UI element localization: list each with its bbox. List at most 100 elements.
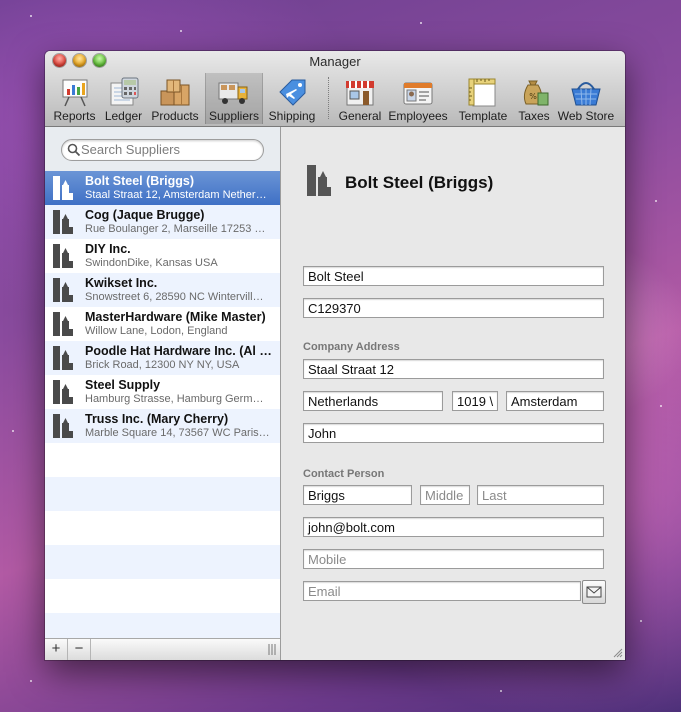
address-extra-field[interactable]: John (303, 423, 604, 443)
street-field[interactable]: Staal Straat 12 (303, 359, 604, 379)
manager-window: Manager Reports Ledger Products Supplier… (45, 51, 625, 660)
suppliers-list: Bolt Steel (Briggs) Staal Straat 12, Amst… (45, 171, 280, 638)
supplier-code-field[interactable]: C129370 (303, 298, 604, 318)
middle-name-field[interactable] (420, 485, 470, 505)
supplier-name: Cog (Jaque Brugge) (85, 208, 205, 222)
supplier-list-item[interactable]: Truss Inc. (Mary Cherry) Marble Square 14… (45, 409, 280, 443)
supplier-name: MasterHardware (Mike Master) (85, 310, 266, 324)
street-value: Staal Straat 12 (308, 362, 394, 377)
empty-list-row (45, 613, 280, 638)
city-field[interactable]: Amsterdam (506, 391, 604, 411)
empty-list-row (45, 579, 280, 613)
toolbar-suppliers[interactable]: Suppliers (205, 73, 263, 124)
supplier-address: Brick Road, 12300 NY NY, USA (85, 359, 240, 371)
contact-email-value-field[interactable]: john@bolt.com (303, 517, 604, 537)
toolbar-products[interactable]: Products (149, 73, 201, 124)
email-field[interactable] (303, 581, 581, 601)
contact-email-value: john@bolt.com (308, 520, 395, 535)
supplier-building-icon (53, 414, 73, 438)
send-email-button[interactable] (582, 580, 606, 604)
search-input[interactable] (81, 141, 251, 157)
list-bottom-bar: + − (45, 638, 280, 660)
supplier-building-icon (307, 165, 331, 196)
ledger-calculator-icon (110, 77, 138, 106)
window-resize-grip[interactable] (612, 647, 623, 658)
toolbar-reports[interactable]: Reports (52, 73, 97, 124)
first-name-value: Briggs (308, 488, 345, 503)
supplier-title: Bolt Steel (Briggs) (345, 173, 494, 192)
suppliers-sidebar: Bolt Steel (Briggs)Staal Straat 12, Amst… (45, 127, 281, 660)
supplier-building-icon (53, 312, 73, 336)
search-field[interactable] (61, 139, 264, 161)
empty-list-row (45, 545, 280, 579)
remove-supplier-button[interactable]: − (68, 639, 91, 660)
supplier-building-icon (53, 278, 73, 302)
supplier-list-item[interactable]: Cog (Jaque Brugge) Rue Boulanger 2, Marse… (45, 205, 280, 239)
toolbar-ledger[interactable]: Ledger (101, 73, 146, 124)
supplier-address: SwindonDike, Kansas USA (85, 257, 218, 269)
supplier-list-item[interactable]: MasterHardware (Mike Master) Willow Lane,… (45, 307, 280, 341)
search-area (45, 127, 280, 171)
toolbar-ledger-label: Ledger (104, 109, 143, 123)
address-extra-value: John (308, 426, 337, 441)
supplier-name: Bolt Steel (Briggs) (85, 174, 195, 188)
zip-field[interactable]: 1019 \ (452, 391, 498, 411)
toolbar-separator (328, 77, 329, 119)
company-name-field[interactable]: Bolt Steel (303, 266, 604, 286)
boxes-icon (160, 79, 190, 106)
ruler-template-icon (468, 78, 496, 107)
toolbar-general[interactable]: General (337, 73, 383, 124)
supplier-name: Kwikset Inc. (85, 276, 158, 290)
empty-list-row (45, 443, 280, 477)
country-field[interactable]: Netherlands (303, 391, 443, 411)
first-name-field[interactable]: Briggs (303, 485, 412, 505)
chart-easel-icon (62, 79, 87, 107)
toolbar-web-store-label: Web Store (557, 109, 615, 123)
supplier-name: Truss Inc. (Mary Cherry) (85, 412, 229, 426)
toolbar-shipping[interactable]: Shipping (266, 73, 318, 124)
zip-value: 1019 \ (457, 394, 494, 409)
company-address-label: Company Address (303, 341, 400, 353)
airplane-tag-icon (279, 79, 306, 106)
middle-name-input[interactable] (425, 486, 469, 504)
last-name-field[interactable] (477, 485, 604, 505)
supplier-detail-pane: Bolt Steel (Briggs) Bolt Steel C129370 C… (281, 127, 625, 660)
supplier-list-item[interactable]: Poodle Hat Hardware Inc. (Al … Brick Road… (45, 341, 280, 375)
last-name-input[interactable] (482, 486, 603, 504)
country-value: Netherlands (308, 394, 379, 409)
truck-icon (218, 82, 248, 104)
supplier-list-item[interactable]: Bolt Steel (Briggs) Staal Straat 12, Amst… (45, 171, 280, 205)
toolbar-general-label: General (338, 109, 382, 123)
supplier-building-icon (53, 380, 73, 404)
search-icon (67, 143, 81, 157)
toolbar-products-label: Products (151, 109, 199, 123)
supplier-list-item[interactable]: DIY Inc. SwindonDike, Kansas USA (45, 239, 280, 273)
toolbar-web-store[interactable]: Web Store (556, 73, 616, 124)
supplier-list-item[interactable]: Kwikset Inc. Snowstreet 6, 28590 NC Winte… (45, 273, 280, 307)
supplier-name: Poodle Hat Hardware Inc. (Al … (85, 344, 272, 358)
mobile-input[interactable] (308, 550, 603, 568)
city-value: Amsterdam (511, 394, 578, 409)
supplier-code-value: C129370 (308, 301, 361, 316)
toolbar-taxes[interactable]: % Taxes (515, 73, 553, 124)
contact-person-label: Contact Person (303, 468, 385, 480)
toolbar-template[interactable]: Template (454, 73, 512, 124)
supplier-name: DIY Inc. (85, 242, 131, 256)
supplier-address: Marble Square 14, 73567 WC Paris… (85, 427, 270, 439)
supplier-address: Staal Straat 12, Amsterdam Nether… (85, 189, 267, 201)
supplier-address: Snowstreet 6, 28590 NC Wintervill… (85, 291, 264, 303)
toolbar: Manager Reports Ledger Products Supplier… (45, 51, 625, 127)
email-input[interactable] (308, 582, 580, 600)
supplier-list-item[interactable]: Steel Supply Hamburg Strasse, Hamburg Ger… (45, 375, 280, 409)
toolbar-employees[interactable]: Employees (387, 73, 449, 124)
mobile-field[interactable] (303, 549, 604, 569)
supplier-address: Willow Lane, Lodon, England (85, 325, 228, 337)
company-name-value: Bolt Steel (308, 269, 364, 284)
add-supplier-button[interactable]: + (45, 639, 68, 660)
toolbar-taxes-label: Taxes (518, 109, 550, 123)
supplier-building-icon (53, 244, 73, 268)
toolbar-suppliers-label: Suppliers (208, 109, 260, 123)
store-icon (346, 81, 374, 106)
split-resize-handle[interactable] (268, 644, 276, 655)
empty-list-row (45, 477, 280, 511)
